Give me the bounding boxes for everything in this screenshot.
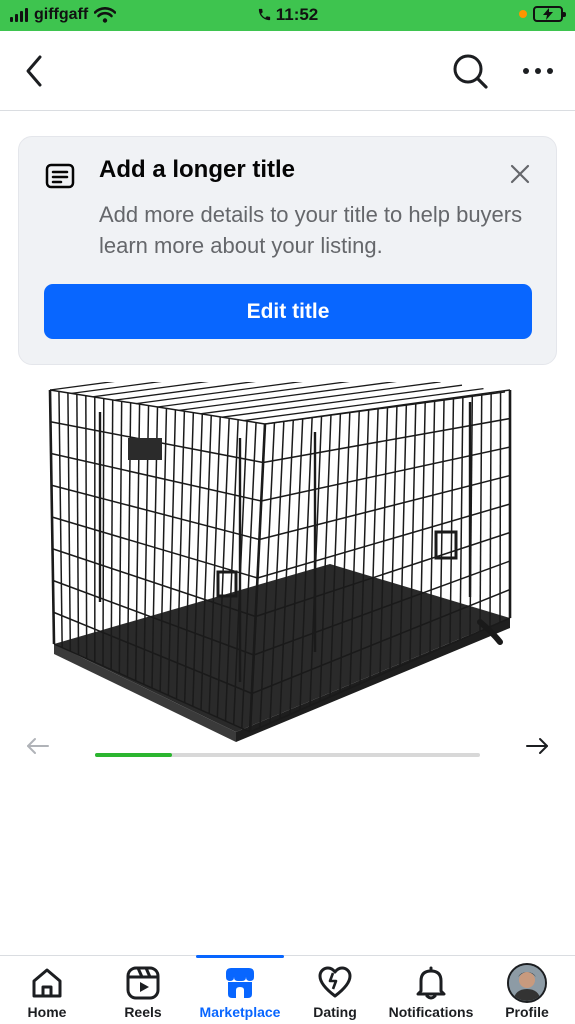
document-icon (45, 163, 75, 189)
tab-reels[interactable]: Reels (96, 956, 190, 1024)
photo-progress-bar (95, 753, 480, 757)
arrow-right-icon (526, 738, 548, 754)
longer-title-prompt-card: Add a longer title Add more details to y… (18, 136, 557, 365)
phone-icon (258, 8, 270, 21)
dismiss-prompt-button[interactable] (507, 161, 533, 187)
tab-notifications[interactable]: Notifications (380, 956, 482, 1024)
privacy-indicator-icon (519, 10, 527, 18)
search-button[interactable] (450, 51, 490, 91)
marketplace-icon (226, 968, 254, 998)
top-nav (0, 31, 575, 111)
close-icon (510, 164, 530, 184)
clock-group: 11:52 (0, 5, 575, 25)
edit-title-button[interactable]: Edit title (44, 284, 532, 339)
dating-icon (318, 966, 352, 998)
bottom-tab-bar: Home Reels Marketplace Dating Notificati… (0, 955, 575, 1024)
tab-marketplace[interactable]: Marketplace (192, 956, 288, 1024)
tab-dating[interactable]: Dating (290, 956, 380, 1024)
search-icon (453, 54, 488, 89)
avatar (507, 963, 547, 1003)
next-photo-button[interactable] (523, 734, 551, 758)
bell-icon (416, 966, 446, 1000)
photo-progress-fill (95, 753, 172, 757)
home-icon (32, 968, 62, 998)
arrow-left-icon (27, 738, 49, 754)
tab-label: Reels (124, 1004, 162, 1020)
dog-crate-image (48, 357, 512, 742)
prompt-title: Add a longer title (99, 156, 296, 183)
battery-group (519, 6, 566, 22)
tab-label: Marketplace (199, 1004, 281, 1020)
listing-photo[interactable] (40, 357, 530, 748)
back-button[interactable] (20, 53, 50, 89)
tab-label: Home (27, 1004, 67, 1020)
battery-icon (533, 6, 566, 22)
tab-label: Notifications (388, 1004, 474, 1020)
charging-bolt-icon (543, 8, 553, 20)
profile-photo (509, 965, 545, 1001)
reels-icon (126, 966, 160, 1000)
clock: 11:52 (275, 5, 319, 24)
tab-profile[interactable]: Profile (482, 956, 572, 1024)
prompt-description: Add more details to your title to help b… (99, 202, 523, 258)
tab-label: Profile (505, 1004, 549, 1020)
previous-photo-button[interactable] (24, 734, 52, 758)
tab-home[interactable]: Home (0, 956, 94, 1024)
more-horizontal-icon (523, 68, 553, 74)
tab-label: Dating (313, 1004, 357, 1020)
chevron-left-icon (26, 55, 42, 87)
status-bar: giffgaff 11:52 (0, 0, 575, 31)
more-options-button[interactable] (518, 53, 558, 89)
